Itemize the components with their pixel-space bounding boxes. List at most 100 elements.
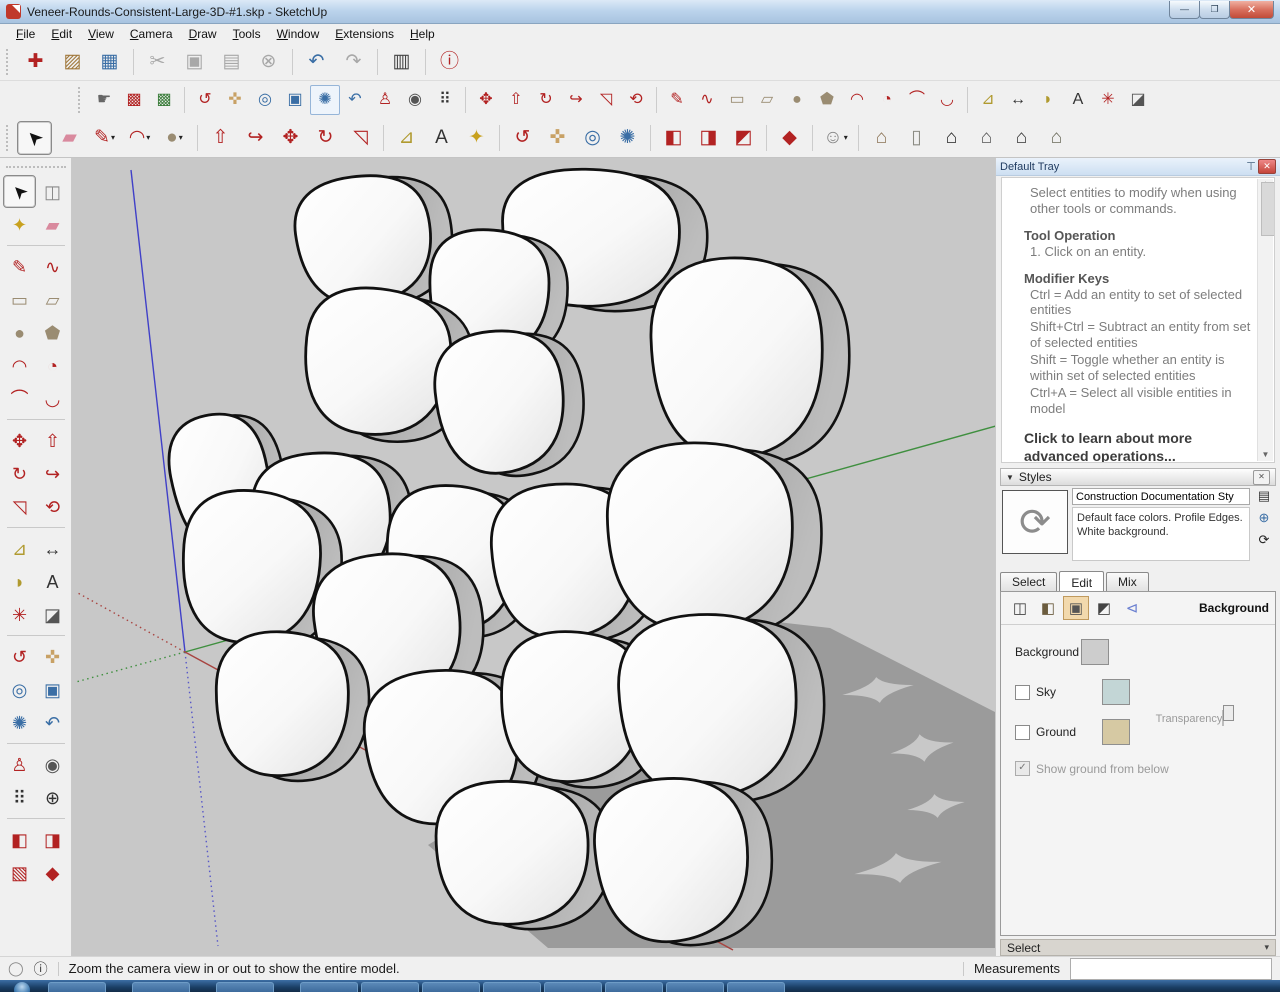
push-pull-button[interactable]: ⇧ [203,121,238,155]
secondary-pane-icon[interactable]: ▤ [1258,488,1270,504]
look-around-button[interactable]: ◉ [400,85,430,115]
3d-model-canvas[interactable] [72,158,995,956]
sky-checkbox[interactable] [1015,685,1030,700]
veneer-round-stone[interactable] [433,779,614,932]
text-button[interactable]: A [36,565,69,598]
tray-close-button[interactable]: ✕ [1258,159,1276,174]
arc-button[interactable]: ◠ [842,85,872,115]
pie-button[interactable]: ◔ [36,349,69,382]
ground-checkbox[interactable] [1015,725,1030,740]
select-button[interactable]: ➤ [3,175,36,208]
protractor-button[interactable]: ◗ [1033,85,1063,115]
taskbar-item[interactable] [422,982,480,992]
circle-button[interactable]: ● [782,85,812,115]
tab-mix[interactable]: Mix [1106,572,1149,591]
tab-select[interactable]: Select [1000,572,1057,591]
model-info-button[interactable]: ⓘ [431,45,468,79]
menu-help[interactable]: Help [402,26,443,42]
push-pull-button[interactable]: ⇧ [501,85,531,115]
tape-measure-button[interactable]: ⊿ [973,85,1003,115]
zoom-button[interactable]: ◎ [3,673,36,706]
save-button[interactable]: ▦ [91,45,128,79]
house-outline-button[interactable]: ⌂ [1004,121,1039,155]
close-button[interactable]: ✕ [1229,1,1274,19]
3d-warehouse-button[interactable]: ◧ [3,823,36,856]
styles-panel-header[interactable]: ▼ Styles ✕ [1000,468,1276,486]
tray-titlebar[interactable]: Default Tray ⊤ ✕ [996,158,1280,176]
follow-me-button[interactable]: ↪ [238,121,273,155]
edge-settings-icon[interactable]: ◫ [1007,596,1033,620]
polygon-button[interactable]: ⬟ [36,316,69,349]
ground-color-swatch[interactable] [1102,719,1130,745]
freehand-button[interactable]: ∿ [692,85,722,115]
rotate-button[interactable]: ↻ [3,457,36,490]
text-button[interactable]: A [424,121,459,155]
eraser-button[interactable]: ▰ [52,121,87,155]
hand-tool-button[interactable]: ☛ [89,85,119,115]
menu-edit[interactable]: Edit [43,26,80,42]
axes-button[interactable]: ✳ [1093,85,1123,115]
face-settings-icon[interactable]: ◧ [1035,596,1061,620]
move-button[interactable]: ✥ [471,85,501,115]
two-point-arc-button[interactable]: ⌒ [902,85,932,115]
zoom-extents-button[interactable]: ✺ [610,121,645,155]
taskbar-item[interactable] [300,982,358,992]
paint-bucket-button[interactable]: ✦ [3,208,36,241]
previous-view-button[interactable]: ↶ [340,85,370,115]
sky-color-swatch[interactable] [1102,679,1130,705]
taskbar-item[interactable] [132,982,190,992]
tab-edit[interactable]: Edit [1059,571,1104,592]
walk-button[interactable]: ⠿ [3,781,36,814]
taskbar-item[interactable] [727,982,785,992]
pie-button[interactable]: ◔ [872,85,902,115]
instructor-scrollbar[interactable]: ▲ ▼ [1257,179,1273,461]
veneer-round-stone[interactable] [212,629,373,785]
pan-button[interactable]: ✜ [220,85,250,115]
compass-button[interactable]: ⊕ [36,781,69,814]
toolbar-drag-handle[interactable] [6,166,66,171]
maximize-button[interactable]: ❐ [1199,1,1230,19]
menu-view[interactable]: View [80,26,122,42]
push-pull-button[interactable]: ⇧ [36,424,69,457]
scroll-down-icon[interactable]: ▼ [1258,450,1273,459]
sketchy-component-1-button[interactable]: ▩ [119,85,149,115]
print-button[interactable]: ▥ [383,45,420,79]
rotate-button[interactable]: ↻ [308,121,343,155]
toolbar-drag-handle[interactable] [6,49,13,75]
line-button[interactable]: ✎▾ [87,121,122,155]
building-button[interactable]: ▯ [899,121,934,155]
pan-button[interactable]: ✜ [36,640,69,673]
zoom-extents-button[interactable]: ✺ [3,706,36,739]
rectangle-button[interactable]: ▭ [722,85,752,115]
rotate-button[interactable]: ↻ [531,85,561,115]
new-button[interactable]: ✚ [17,45,54,79]
veneer-round-stone[interactable] [617,612,825,804]
style-name-input[interactable] [1072,488,1250,505]
house-front-button[interactable]: ⌂ [864,121,899,155]
follow-me-button[interactable]: ↪ [561,85,591,115]
styles-close-button[interactable]: ✕ [1253,470,1270,485]
select-panel-collapsed-bar[interactable]: Select ▾ [1000,939,1276,956]
position-camera-button[interactable]: ♙ [370,85,400,115]
veneer-round-stone[interactable] [431,325,588,481]
taskbar-item[interactable] [361,982,419,992]
extension-warehouse-button[interactable]: ◆ [36,856,69,889]
zoom-button[interactable]: ◎ [250,85,280,115]
home-solid-button[interactable]: ⌂ [934,121,969,155]
show-ground-checkbox[interactable]: ✓ [1015,761,1030,776]
offset-button[interactable]: ⟲ [36,490,69,523]
scrollbar-thumb[interactable] [1261,182,1275,236]
taskbar-item[interactable] [483,982,541,992]
collapse-arrow-icon[interactable]: ▼ [1006,473,1014,482]
move-button[interactable]: ✥ [273,121,308,155]
get-models-button[interactable]: ◨ [691,121,726,155]
tape-measure-button[interactable]: ⊿ [389,121,424,155]
open-button[interactable]: ▨ [54,45,91,79]
dropdown-arrow-icon[interactable]: ▾ [844,133,848,142]
orbit-button[interactable]: ↺ [190,85,220,115]
start-orb-icon[interactable] [14,982,30,992]
menu-extensions[interactable]: Extensions [327,26,402,42]
line-button[interactable]: ✎ [3,250,36,283]
line-button[interactable]: ✎ [662,85,692,115]
style-thumbnail[interactable]: ⟳ [1002,490,1068,554]
